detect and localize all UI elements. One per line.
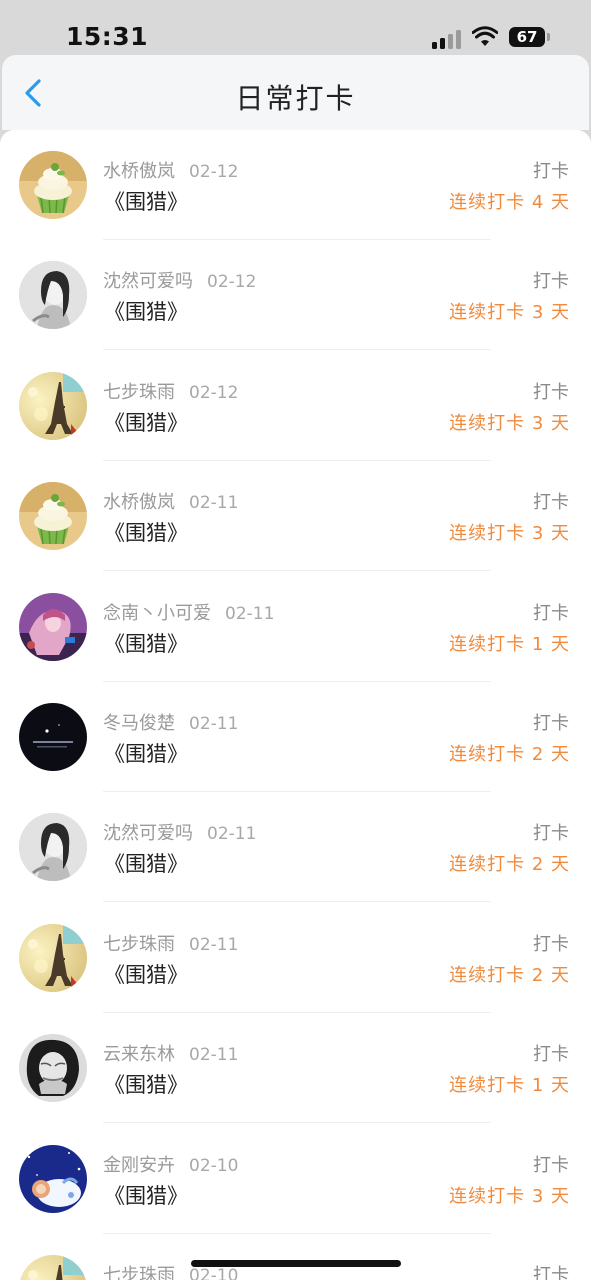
username[interactable]: 沈然可爱吗 [103,823,193,844]
battery-level: 67 [509,27,545,47]
book-title: 《围猎》 [104,1073,188,1098]
username[interactable]: 念南丶小可爱 [103,603,211,624]
streak-label: 连续打卡 2 天 [449,854,570,876]
checkin-list-item[interactable]: 七步珠雨 02-12 《围猎》 打卡 连续打卡 3 天 [0,351,591,461]
checkin-date: 02-10 [189,1266,239,1280]
user-meta: 沈然可爱吗 02-12 [103,267,256,293]
status-time: 15:31 [66,22,149,51]
username[interactable]: 七步珠雨 [103,934,175,955]
username[interactable]: 云来东林 [103,1044,175,1065]
book-title: 《围猎》 [104,742,188,766]
checkin-action-label: 打卡 [533,1044,569,1066]
book-title: 《围猎》 [104,852,188,877]
username[interactable]: 水桥傲岚 [103,161,175,182]
status-bar: 15:31 67 [0,0,591,54]
checkin-list-item[interactable]: 沈然可爱吗 02-11 《围猎》 打卡连续打卡 2 天 [0,792,591,903]
checkin-list-item[interactable]: 念南丶小可爱 02-11 《围猎》 打卡连续打卡 1 天 [0,572,591,682]
page-title: 日常打卡 [235,82,356,115]
checkin-date: 02-10 [189,1155,239,1176]
username[interactable]: 沈然可爱吗 [103,271,193,292]
checkin-list-item[interactable]: 云来东林 02-11 《围猎》 打卡 连续打卡 1 天 [0,1013,591,1124]
user-meta: 沈然可爱吗 02-11 [103,819,256,845]
checkin-list-item[interactable]: 七步珠雨 02-11 《围猎》 打卡 连续打卡 2 天 [0,903,591,1013]
username[interactable]: 冬马俊楚 [103,713,175,734]
avatar[interactable] [19,703,87,771]
book-title: 《围猎》 [104,521,188,546]
user-meta: 念南丶小可爱 02-11 [103,599,274,625]
checkin-action-label: 打卡 [533,1265,569,1280]
home-indicator [191,1260,401,1267]
user-meta: 七步珠雨 02-12 [103,378,238,404]
checkin-action-label: 打卡 [533,161,569,182]
avatar[interactable] [19,1144,87,1213]
checkin-date: 02-12 [189,162,239,182]
checkin-date: 02-11 [189,493,239,514]
avatar[interactable] [19,371,87,440]
user-meta: 冬马俊楚 02-11 [103,709,238,735]
avatar[interactable] [19,592,87,661]
streak-label: 连续打卡 4 天 [449,192,570,213]
checkin-date: 02-11 [189,934,239,955]
user-meta: 水桥傲岚 02-12 [103,157,238,183]
user-meta: 云来东林 02-11 [103,1040,238,1066]
checkin-action-label: 打卡 [533,1154,569,1176]
wifi-icon [472,26,498,46]
streak-label: 连续打卡 2 天 [449,744,570,765]
streak-label: 连续打卡 3 天 [449,523,570,545]
book-title: 《围猎》 [104,300,188,325]
avatar[interactable] [19,261,87,330]
checkin-action-label: 打卡 [533,271,569,293]
checkin-date: 02-12 [189,382,239,403]
avatar[interactable] [19,1255,87,1280]
checkin-list-item[interactable]: 冬马俊楚 02-11 《围猎》 打卡 连续打卡 2 天 [0,682,591,792]
app-header: 日常打卡 [2,55,589,130]
checkin-date: 02-11 [189,714,239,734]
avatar[interactable] [19,923,87,992]
checkin-list-item[interactable]: 七步珠雨 02-10 打卡 [0,1234,591,1280]
checkin-list-item[interactable]: 水桥傲岚 02-12 《围猎》 打卡 连续打卡 4 天 [0,130,591,240]
book-title: 《围猎》 [104,410,188,435]
username[interactable]: 金刚安卉 [103,1155,175,1176]
user-meta: 金刚安卉 02-10 [103,1151,238,1177]
username[interactable]: 七步珠雨 [103,382,175,403]
streak-label: 连续打卡 3 天 [449,1185,570,1207]
checkin-date: 02-11 [189,1045,239,1066]
book-title: 《围猎》 [104,190,188,214]
avatar[interactable] [19,813,87,882]
book-title: 《围猎》 [104,1183,188,1208]
checkin-action-label: 打卡 [533,933,569,955]
avatar[interactable] [19,1034,87,1103]
avatar[interactable] [19,151,87,219]
checkin-list-item[interactable]: 沈然可爱吗 02-12 《围猎》 打卡连续打卡 3 天 [0,240,591,351]
checkin-date: 02-12 [207,272,257,293]
user-meta: 七步珠雨 02-11 [103,930,238,956]
book-title: 《围猎》 [104,962,188,987]
streak-label: 连续打卡 3 天 [449,302,570,324]
username[interactable]: 水桥傲岚 [103,492,175,513]
checkin-list-item[interactable]: 水桥傲岚 02-11 《围猎》 打卡 连续打卡 3 天 [0,461,591,572]
checkin-action-label: 打卡 [533,713,569,734]
cellular-signal-icon [432,29,462,49]
book-title: 《围猎》 [104,631,188,656]
checkin-action-label: 打卡 [533,823,569,845]
streak-label: 连续打卡 1 天 [449,633,570,655]
streak-label: 连续打卡 1 天 [449,1075,570,1097]
checkin-list: 水桥傲岚 02-12 《围猎》 打卡 连续打卡 4 天沈然可爱吗 02-12 《围猎》 打卡连… [0,130,591,1280]
streak-label: 连续打卡 3 天 [449,412,570,434]
username[interactable]: 七步珠雨 [103,1265,175,1280]
checkin-action-label: 打卡 [533,381,569,403]
checkin-action-label: 打卡 [533,492,569,514]
avatar[interactable] [19,482,87,551]
streak-label: 连续打卡 2 天 [449,964,570,986]
user-meta: 水桥傲岚 02-11 [103,488,238,514]
checkin-date: 02-11 [207,824,257,845]
checkin-action-label: 打卡 [533,602,569,624]
battery-cap [547,33,550,41]
checkin-date: 02-11 [225,603,275,624]
checkin-list-item[interactable]: 金刚安卉 02-10 《围猎》 打卡 连续打卡 3 天 [0,1124,591,1234]
